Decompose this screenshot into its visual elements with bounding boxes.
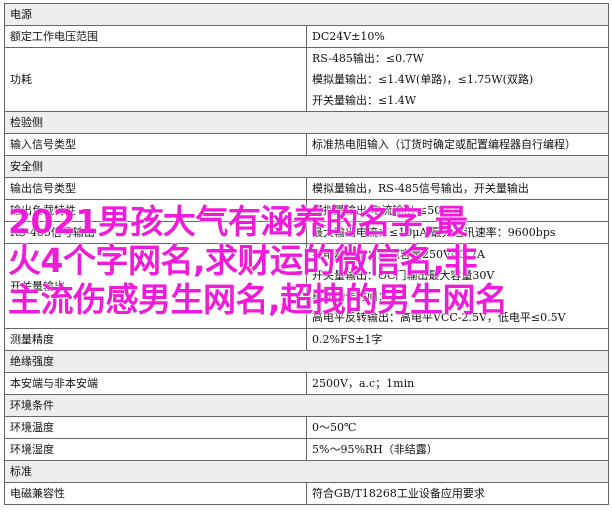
row-value: 符合GB/T18268工业设备应用要求 [306,482,609,505]
section-header: 绝缘强度 [4,350,609,373]
row-value-multiline: RS-485输出：≤0.7W 模拟量输出：≤1.4W(单路)，≤1.75W(双路… [306,47,609,112]
headline-overlay-link[interactable]: 2021男孩大气有涵养的名字,最 火4个字网名,求财运的微信名,非 主流伤感男生… [8,202,608,319]
headline-line: 主流伤感男生网名,超拽的男生网名 [8,280,508,319]
row-label: 输出信号类型 [4,177,307,200]
section-environment: 环境条件 [4,394,609,417]
table-row: 额定工作电压范围 DC24V±10% [4,25,609,48]
row-label: 输入信号类型 [4,133,307,156]
table-row: 环境湿度 5%～95%RH（非结露） [4,438,609,461]
row-label: 电磁兼容性 [4,482,307,505]
row-value: 5%～95%RH（非结露） [306,438,609,461]
section-detection: 检验侧 [4,111,609,134]
row-label: 环境温度 [4,416,307,439]
row-label: 环境湿度 [4,438,307,461]
table-row: 输入信号类型 标准热电阻输入（订货时确定或配置编程器自行编程） [4,133,609,156]
row-label: 额定工作电压范围 [4,25,307,48]
row-value: 0～50℃ [306,416,609,439]
row-label: 功耗 [4,47,307,112]
table-row: 电磁兼容性 符合GB/T18268工业设备应用要求 [4,482,609,505]
row-value: 2500V，a.c；1min [306,372,609,395]
section-header: 环境条件 [4,394,609,417]
row-value: 标准热电阻输入（订货时确定或配置编程器自行编程） [306,133,609,156]
section-header: 标准 [4,460,609,483]
row-value: DC24V±10% [306,25,609,48]
section-power: 电源 [4,3,609,26]
section-header: 检验侧 [4,111,609,134]
headline-line: 火4个字网名,求财运的微信名,非 [8,241,478,280]
table-row: 本安端与非本安端 2500V，a.c；1min [4,372,609,395]
value-line: 开关量输出：≤1.4W [312,94,417,107]
row-label: 测量精度 [4,328,307,351]
headline-line: 2021男孩大气有涵养的名字,最 [8,202,468,241]
table-row: 环境温度 0～50℃ [4,416,609,439]
section-standard: 标准 [4,460,609,483]
table-row: 输出信号类型 模拟量输出，RS-485信号输出，开关量输出 [4,177,609,200]
section-safety: 安全侧 [4,155,609,178]
value-line: 模拟量输出：≤1.4W(单路)，≤1.75W(双路) [312,73,534,86]
row-value: 0.2%FS±1字 [306,328,609,351]
section-header: 电源 [4,3,609,26]
row-label: 本安端与非本安端 [4,372,307,395]
section-header: 安全侧 [4,155,609,178]
table-row: 功耗 RS-485输出：≤0.7W 模拟量输出：≤1.4W(单路)，≤1.75W… [4,47,609,112]
section-insulation: 绝缘强度 [4,350,609,373]
row-value: 模拟量输出，RS-485信号输出，开关量输出 [306,177,609,200]
value-line: RS-485输出：≤0.7W [312,52,424,65]
table-row: 测量精度 0.2%FS±1字 [4,328,609,351]
